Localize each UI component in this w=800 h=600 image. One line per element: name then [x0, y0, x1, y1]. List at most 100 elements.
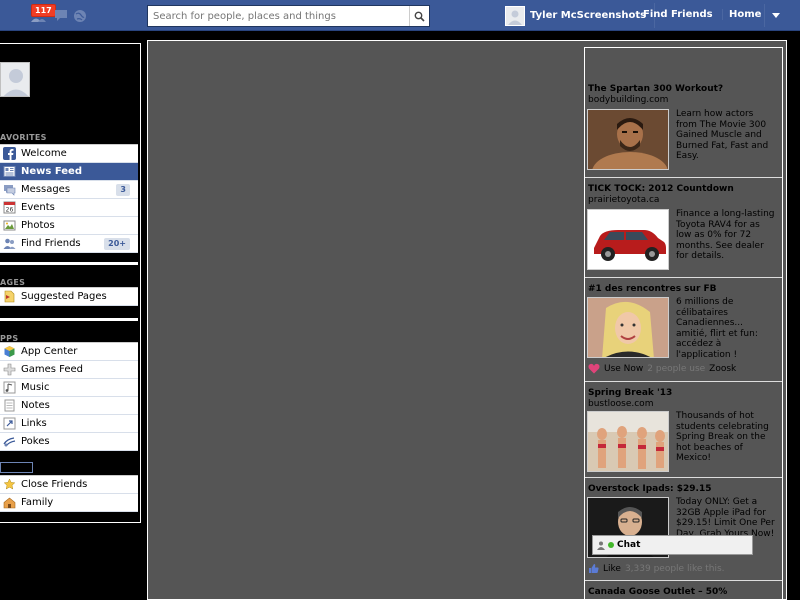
ad-title[interactable]: Overstock Ipads: $29.15 [588, 484, 780, 495]
friend-lists: Close Friends Family [0, 475, 138, 512]
ad-domain: bustloose.com [588, 399, 654, 409]
messages-icon [3, 183, 16, 196]
friends-icon [3, 237, 16, 250]
sidebar-item-app-center[interactable]: App Center [0, 343, 138, 361]
star-icon [3, 478, 16, 491]
globe-icon[interactable] [73, 9, 89, 23]
ad-separator [585, 381, 782, 382]
messages-count-badge: 3 [116, 184, 130, 196]
ad-separator [585, 277, 782, 278]
ad-title[interactable]: Canada Goose Outlet – 50% [588, 587, 780, 598]
ad-text: Finance a long-lasting Toyota RAV4 for a… [676, 209, 775, 261]
ad-item[interactable]: #1 des rencontres sur FB [588, 284, 780, 295]
ad-domain: bodybuilding.com [588, 95, 669, 105]
online-status-dot [608, 542, 614, 548]
profile-link[interactable]: Tyler McScreenshots [505, 3, 656, 28]
ad-image-dating[interactable] [587, 297, 669, 358]
photos-icon [3, 219, 16, 232]
left-sidebar: AVORITES Welcome News Feed Messages 3 26… [0, 43, 141, 523]
ad-image-toyota[interactable] [587, 209, 669, 270]
sponsored-ads: The Spartan 300 Workout? bodybuilding.co… [584, 47, 783, 600]
app-name[interactable]: Zoosk [709, 364, 736, 374]
social-count: 3,339 people like this. [624, 563, 725, 574]
pages-list: Suggested Pages [0, 287, 138, 306]
ad-title[interactable]: #1 des rencontres sur FB [588, 284, 780, 295]
sidebar-item-welcome[interactable]: Welcome [0, 145, 138, 163]
ad-domain: prairietoyota.ca [588, 195, 660, 205]
top-bar: 117 Tyler McScreenshots Find Friends Hom… [0, 0, 800, 31]
apps-list: App Center Games Feed Music Notes Links … [0, 342, 138, 451]
use-now-link[interactable]: Use Now [604, 364, 643, 374]
sidebar-item-links[interactable]: Links [0, 415, 138, 433]
search-icon [414, 11, 425, 22]
person-icon [597, 541, 605, 550]
ad-social-line: Use Now 2 people use Zoosk [588, 363, 736, 374]
divider [0, 318, 138, 321]
home-link[interactable]: Home [722, 9, 761, 20]
ad-image-spring-break[interactable] [587, 411, 669, 472]
sidebar-item-messages[interactable]: Messages 3 [0, 181, 138, 199]
sidebar-item-close-friends[interactable]: Close Friends [0, 476, 138, 494]
ad-title[interactable]: The Spartan 300 Workout? [588, 84, 780, 95]
sidebar-item-music[interactable]: Music [0, 379, 138, 397]
find-friends-link[interactable]: Find Friends [643, 9, 713, 20]
sidebar-item-events[interactable]: 26 Events [0, 199, 138, 217]
chat-label: Chat [617, 540, 641, 550]
pokes-icon [3, 435, 16, 448]
notes-icon [3, 399, 16, 412]
ad-text: Learn how actors from The Movie 300 Gain… [676, 109, 769, 161]
sidebar-item-games-feed[interactable]: Games Feed [0, 361, 138, 379]
ad-text: Today ONLY: Get a 32GB Apple iPad for $2… [676, 497, 775, 539]
facebook-icon [3, 147, 16, 160]
favorites-heading: AVORITES [0, 133, 47, 142]
app-center-icon [3, 345, 16, 358]
social-count: 2 people use [647, 363, 706, 374]
games-icon [3, 363, 16, 376]
ad-social-line: Like 3,339 people like this. [588, 563, 725, 574]
profile-name: Tyler McScreenshots [530, 10, 647, 21]
ad-item[interactable]: The Spartan 300 Workout? bodybuilding.co… [588, 84, 780, 106]
chat-tab[interactable]: Chat [592, 535, 753, 555]
ad-item[interactable]: Spring Break '13 bustloose.com [588, 388, 780, 410]
ad-title[interactable]: Spring Break '13 [588, 388, 780, 399]
links-icon [3, 417, 16, 430]
news-feed-icon [3, 165, 16, 178]
svg-text:26: 26 [6, 207, 14, 214]
ad-title[interactable]: TICK TOCK: 2012 Countdown [588, 184, 780, 195]
ad-item[interactable]: TICK TOCK: 2012 Countdown prairietoyota.… [588, 184, 780, 206]
ad-separator [585, 477, 782, 478]
sidebar-item-news-feed[interactable]: News Feed [0, 163, 138, 181]
sidebar-item-family[interactable]: Family [0, 494, 138, 512]
family-icon [3, 496, 16, 509]
notification-count-badge: 117 [31, 4, 56, 17]
ad-image-workout[interactable] [587, 109, 669, 170]
sidebar-item-photos[interactable]: Photos [0, 217, 138, 235]
ad-text: Thousands of hot students celebrating Sp… [676, 411, 769, 463]
messages-jewel-icon[interactable] [54, 9, 70, 23]
music-icon [3, 381, 16, 394]
sidebar-item-notes[interactable]: Notes [0, 397, 138, 415]
ad-item[interactable]: Overstock Ipads: $29.15 [588, 484, 780, 495]
avatar [505, 5, 525, 26]
thumbs-up-icon [589, 564, 599, 573]
search-box [147, 5, 430, 27]
ad-text: 6 millions de célibataires Canadiennes..… [676, 297, 758, 360]
account-menu-button[interactable] [764, 4, 786, 27]
favorites-list: Welcome News Feed Messages 3 26 Events P… [0, 144, 138, 253]
search-input[interactable] [148, 6, 410, 26]
heart-icon [588, 363, 600, 374]
lists-heading-box [0, 462, 33, 473]
profile-picture[interactable] [0, 62, 30, 97]
search-button[interactable] [409, 6, 429, 26]
like-link[interactable]: Like [603, 564, 621, 574]
sidebar-item-suggested-pages[interactable]: Suggested Pages [0, 288, 138, 306]
calendar-icon: 26 [3, 201, 16, 214]
pages-heading: AGES [0, 278, 26, 287]
sidebar-item-find-friends[interactable]: Find Friends 20+ [0, 235, 138, 253]
ad-separator [585, 580, 782, 581]
divider [0, 262, 138, 265]
find-friends-count-badge: 20+ [104, 238, 130, 250]
ad-item[interactable]: Canada Goose Outlet – 50% [588, 587, 780, 598]
sidebar-item-pokes[interactable]: Pokes [0, 433, 138, 451]
chevron-down-icon [771, 13, 780, 18]
